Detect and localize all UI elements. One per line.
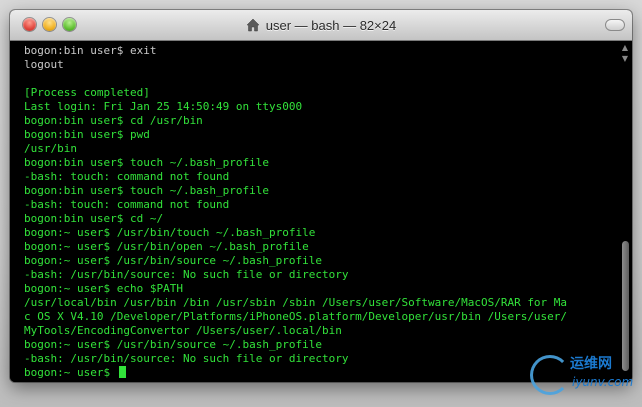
terminal-line: bogon:bin user$ cd /usr/bin	[24, 114, 608, 128]
terminal-line-text: bogon:~ user$ /usr/bin/source ~/.bash_pr…	[24, 254, 323, 267]
terminal-line-text: bogon:bin user$ touch ~/.bash_profile	[24, 156, 270, 169]
window-title-group: user — bash — 82×24	[10, 10, 632, 40]
terminal-line-text: MyTools/EncodingConvertor /Users/user/.l…	[24, 324, 342, 337]
terminal-line: bogon:~ user$ /usr/bin/source ~/.bash_pr…	[24, 254, 608, 268]
toolbar-toggle-button[interactable]	[605, 19, 625, 31]
terminal-line: Last login: Fri Jan 25 14:50:49 on ttys0…	[24, 100, 608, 114]
terminal-line-text: bogon:~ user$ /usr/bin/source ~/.bash_pr…	[24, 338, 323, 351]
terminal-line: bogon:~ user$ /usr/bin/source ~/.bash_pr…	[24, 338, 608, 352]
scroll-down-arrow-icon[interactable]: ▼	[620, 54, 630, 64]
scroll-thumb[interactable]	[622, 241, 629, 371]
terminal-line-text: -bash: /usr/bin/source: No such file or …	[24, 352, 349, 365]
terminal-line: MyTools/EncodingConvertor /Users/user/.l…	[24, 324, 608, 338]
terminal-output[interactable]: bogon:bin user$ exit logout [Process compl…	[10, 41, 632, 382]
terminal-line: bogon:bin user$ touch ~/.bash_profile	[24, 184, 608, 198]
terminal-line: -bash: /usr/bin/source: No such file or …	[24, 268, 608, 282]
terminal-line-text: bogon:~ user$ /usr/bin/open ~/.bash_prof…	[24, 240, 309, 253]
terminal-line-text: bogon:bin user$ cd ~/	[24, 212, 164, 225]
home-folder-icon	[246, 18, 260, 32]
terminal-line: -bash: touch: command not found	[24, 198, 608, 212]
terminal-line-text: Last login: Fri Jan 25 14:50:49 on ttys0…	[24, 100, 303, 113]
terminal-line-text: bogon:bin user$ exit	[24, 44, 157, 57]
site-watermark: 运维网 iyunv.com	[530, 353, 634, 401]
watermark-logo-icon	[530, 355, 570, 395]
terminal-line: bogon:~ user$ /usr/bin/open ~/.bash_prof…	[24, 240, 608, 254]
terminal-line: /usr/bin	[24, 142, 608, 156]
watermark-en-text: iyunv.com	[572, 375, 634, 389]
scroll-up-arrow-icon[interactable]: ▲	[620, 43, 630, 53]
terminal-line: -bash: touch: command not found	[24, 170, 608, 184]
terminal-line: logout	[24, 58, 608, 72]
terminal-line-text: bogon:~ user$ echo $PATH	[24, 282, 183, 295]
terminal-line: bogon:bin user$ cd ~/	[24, 212, 608, 226]
terminal-line: [Process completed]	[24, 86, 608, 100]
terminal-line: c OS X V4.10 /Developer/Platforms/iPhone…	[24, 310, 608, 324]
terminal-line-text: /usr/bin	[24, 142, 77, 155]
terminal-line-text: -bash: touch: command not found	[24, 198, 230, 211]
terminal-line: bogon:bin user$ touch ~/.bash_profile	[24, 156, 608, 170]
terminal-line-text: bogon:bin user$ pwd	[24, 128, 150, 141]
terminal-line-text: bogon:~ user$	[24, 366, 117, 379]
terminal-line-text: /usr/local/bin /usr/bin /bin /usr/sbin /…	[24, 296, 568, 309]
terminal-line: bogon:~ user$ /usr/bin/touch ~/.bash_pro…	[24, 226, 608, 240]
terminal-line-text: [Process completed]	[24, 86, 150, 99]
terminal-line: /usr/local/bin /usr/bin /bin /usr/sbin /…	[24, 296, 608, 310]
terminal-line-text: bogon:bin user$ cd /usr/bin	[24, 114, 203, 127]
text-cursor	[118, 366, 126, 378]
terminal-line: -bash: /usr/bin/source: No such file or …	[24, 352, 608, 366]
terminal-line: bogon:~ user$	[24, 366, 608, 380]
watermark-cn-text: 运维网	[570, 356, 612, 372]
terminal-line: bogon:~ user$ echo $PATH	[24, 282, 608, 296]
terminal-line: bogon:bin user$ pwd	[24, 128, 608, 142]
terminal-line-text: logout	[24, 58, 64, 71]
terminal-line-text: bogon:bin user$ touch ~/.bash_profile	[24, 184, 270, 197]
vertical-scrollbar[interactable]: ▲ ▼	[620, 41, 630, 382]
title-bar[interactable]: user — bash — 82×24	[10, 10, 632, 41]
terminal-line: bogon:bin user$ exit	[24, 44, 608, 58]
terminal-line-text: -bash: touch: command not found	[24, 170, 230, 183]
terminal-line-text: -bash: /usr/bin/source: No such file or …	[24, 268, 349, 281]
terminal-line-text: c OS X V4.10 /Developer/Platforms/iPhone…	[24, 310, 568, 323]
terminal-line-text: bogon:~ user$ /usr/bin/touch ~/.bash_pro…	[24, 226, 316, 239]
terminal-window[interactable]: user — bash — 82×24 bogon:bin user$ exit…	[10, 10, 632, 382]
window-title: user — bash — 82×24	[265, 17, 397, 33]
